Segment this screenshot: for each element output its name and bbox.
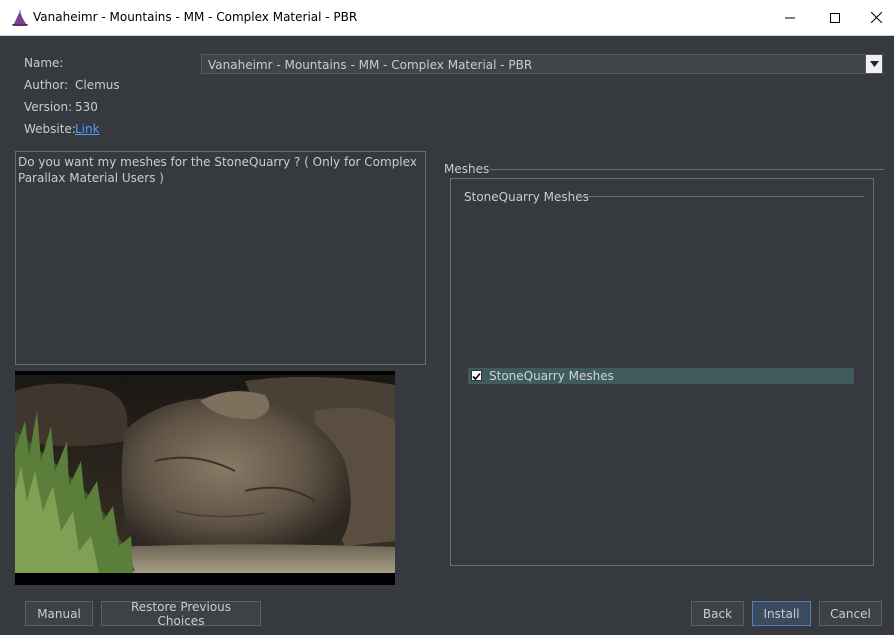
window-title: Vanaheimr - Mountains - MM - Complex Mat… <box>33 10 358 24</box>
back-button[interactable]: Back <box>691 601 744 626</box>
name-dropdown-value: Vanaheimr - Mountains - MM - Complex Mat… <box>208 58 533 72</box>
close-icon <box>870 12 882 23</box>
website-label: Website: <box>24 122 76 136</box>
name-dropdown[interactable]: Vanaheimr - Mountains - MM - Complex Mat… <box>201 54 883 74</box>
cancel-button[interactable]: Cancel <box>819 601 882 626</box>
meshes-group-divider <box>490 169 884 170</box>
description-box[interactable]: Do you want my meshes for the StoneQuarr… <box>15 151 426 365</box>
minimize-button[interactable] <box>767 0 813 35</box>
website-link[interactable]: Link <box>75 122 100 136</box>
description-text: Do you want my meshes for the StoneQuarr… <box>18 155 417 185</box>
author-label: Author: <box>24 78 69 92</box>
stonequarry-meshes-label: StoneQuarry Meshes <box>489 369 614 383</box>
maximize-button[interactable] <box>812 0 858 35</box>
stonequarry-meshes-option[interactable]: StoneQuarry Meshes <box>468 368 854 384</box>
chevron-down-icon[interactable] <box>865 55 882 73</box>
installer-window: Vanaheimr - Mountains - MM - Complex Mat… <box>0 0 894 635</box>
restore-previous-choices-button[interactable]: Restore Previous Choices <box>101 600 261 628</box>
install-button[interactable]: Install <box>752 601 811 626</box>
manual-button[interactable]: Manual <box>25 601 93 626</box>
checkmark-icon <box>472 366 481 385</box>
version-label: Version: <box>24 100 73 114</box>
author-value: Clemus <box>75 78 120 92</box>
meshes-group-title: Meshes <box>444 162 490 176</box>
stonequarry-meshes-checkbox[interactable] <box>471 370 482 381</box>
name-label: Name: <box>24 56 64 70</box>
maximize-icon <box>830 12 840 23</box>
minimize-icon <box>785 13 795 23</box>
preview-image <box>15 371 395 585</box>
title-bar[interactable]: Vanaheimr - Mountains - MM - Complex Mat… <box>0 0 894 36</box>
wizard-hat-icon <box>11 9 29 27</box>
stonequarry-subgroup-divider <box>580 196 864 197</box>
version-value: 530 <box>75 100 98 114</box>
stonequarry-subgroup-title: StoneQuarry Meshes <box>464 190 589 204</box>
close-button[interactable] <box>858 0 894 35</box>
